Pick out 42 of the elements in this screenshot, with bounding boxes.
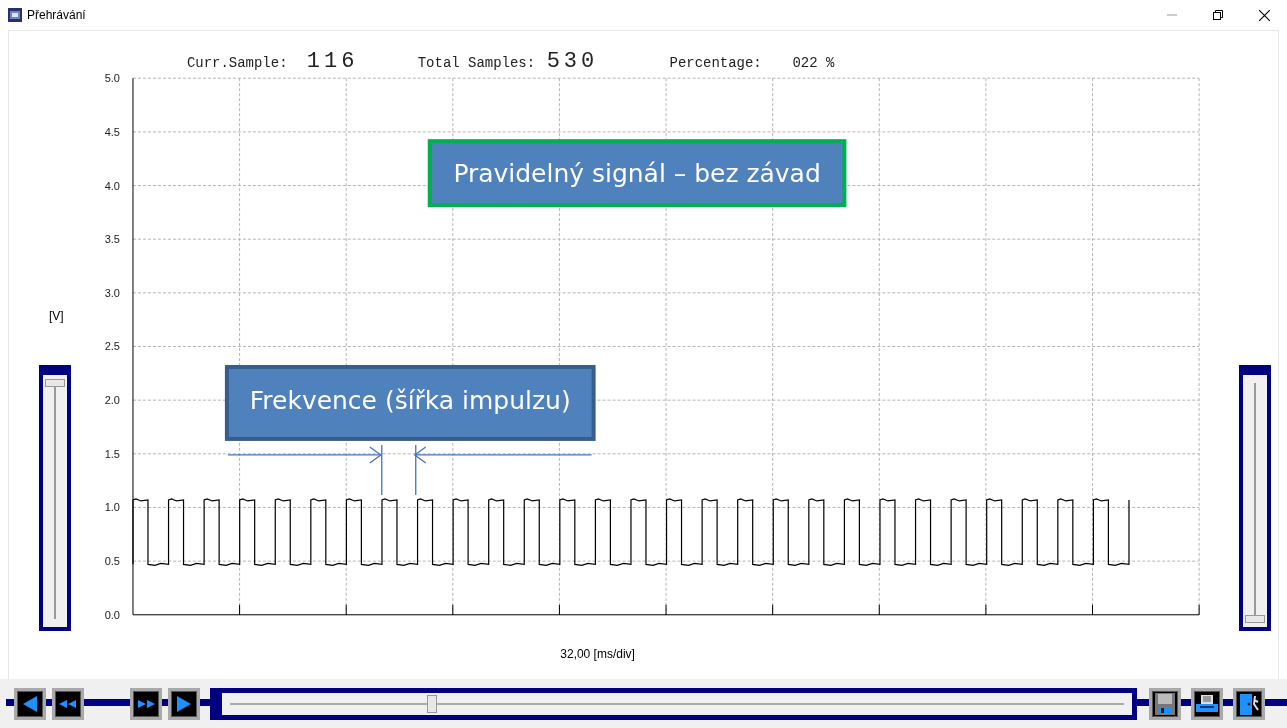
y-axis-label: 5.0 bbox=[104, 72, 120, 85]
print-button[interactable] bbox=[1191, 687, 1223, 720]
readout-label: Total Samples: bbox=[417, 55, 536, 72]
y-axis-label: 2.5 bbox=[104, 340, 120, 353]
playback-slider[interactable] bbox=[210, 687, 1137, 720]
readout-value: 530 bbox=[546, 49, 599, 75]
readout-label: Curr.Sample: bbox=[186, 55, 288, 72]
callout-text: Frekvence (šířka impulzu) bbox=[249, 385, 571, 415]
y-axis-label: 0.5 bbox=[104, 555, 120, 568]
readout-value: 116 bbox=[306, 49, 359, 75]
rewind-button[interactable] bbox=[52, 687, 84, 720]
forward-button[interactable] bbox=[130, 687, 162, 720]
window-title: Přehrávání bbox=[27, 8, 86, 22]
x-axis-label: 32,00 [ms/div] bbox=[560, 646, 635, 661]
double-triangle-left-icon bbox=[58, 698, 78, 709]
next-button[interactable] bbox=[168, 687, 200, 720]
unit-label: [V] bbox=[49, 309, 64, 323]
callout-text: Pravidelný signál – bez závad bbox=[453, 159, 821, 189]
slider-thumb[interactable] bbox=[426, 694, 437, 713]
exit-button[interactable] bbox=[1233, 687, 1265, 720]
door-exit-icon bbox=[1238, 691, 1260, 716]
y-axis-label: 1.5 bbox=[104, 447, 120, 460]
readout-value: 022 % bbox=[792, 55, 835, 72]
y-axis-label: 4.5 bbox=[104, 125, 120, 138]
y-axis-label: 1.0 bbox=[104, 501, 120, 514]
save-button[interactable] bbox=[1149, 687, 1181, 720]
y-axis-label: 0.0 bbox=[104, 608, 120, 621]
y-axis-label: 3.0 bbox=[104, 286, 120, 299]
y-axis-label: 2.0 bbox=[104, 394, 120, 407]
prev-button[interactable] bbox=[14, 687, 46, 720]
restore-icon bbox=[1213, 10, 1223, 20]
printer-icon bbox=[1195, 693, 1219, 714]
vertical-slider[interactable] bbox=[39, 365, 71, 631]
double-triangle-right-icon bbox=[136, 698, 156, 709]
readout-label: Percentage: bbox=[669, 55, 762, 72]
slider-thumb[interactable] bbox=[1245, 615, 1266, 623]
y-axis-label: 4.0 bbox=[104, 179, 120, 192]
vertical-slider[interactable] bbox=[1239, 365, 1272, 631]
y-axis-label: 3.5 bbox=[104, 233, 120, 246]
app-icon bbox=[8, 8, 22, 22]
slider-thumb[interactable] bbox=[45, 379, 65, 387]
close-icon bbox=[1258, 9, 1270, 21]
